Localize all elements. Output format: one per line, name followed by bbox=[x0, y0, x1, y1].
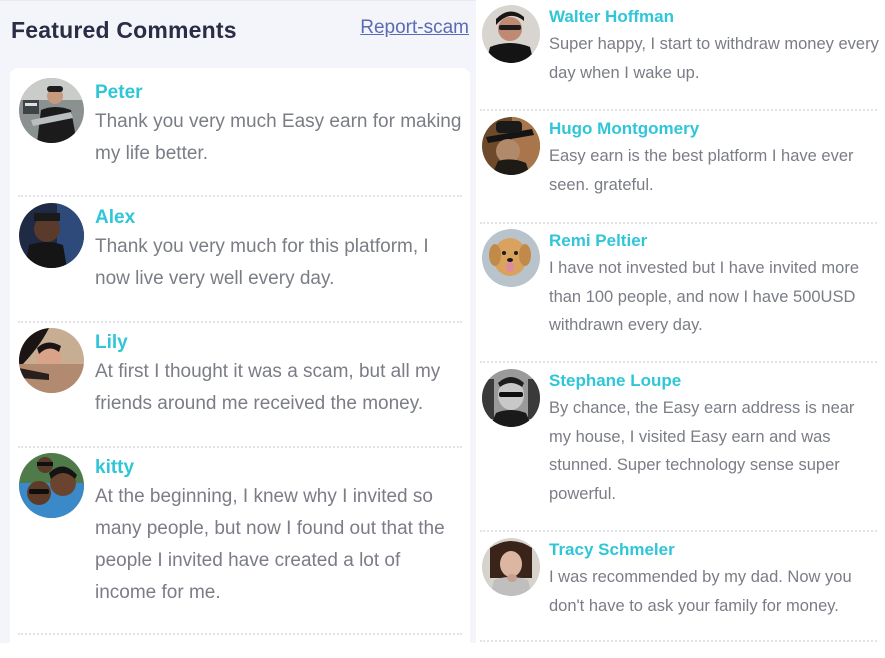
comments-card: Peter Thank you very much Easy earn for … bbox=[10, 68, 470, 658]
comment-text: Easy earn is the best platform I have ev… bbox=[549, 147, 854, 194]
divider bbox=[480, 640, 877, 642]
avatar-man-sunglasses-icon bbox=[482, 369, 540, 427]
divider bbox=[18, 446, 462, 448]
commenter-name: Lily bbox=[95, 332, 128, 353]
commenter-name: kitty bbox=[95, 457, 135, 478]
featured-comments-panel: Featured Comments Report-scam Peter Than… bbox=[0, 0, 476, 658]
avatar-woman-glasses-icon bbox=[482, 5, 540, 63]
divider bbox=[480, 222, 877, 224]
avatar-woman-portrait-icon bbox=[482, 538, 540, 596]
commenter-name: Stephane Loupe bbox=[549, 371, 682, 390]
divider bbox=[18, 321, 462, 323]
section-title: Featured Comments bbox=[11, 17, 237, 43]
avatar-man-selfie-icon bbox=[19, 203, 84, 268]
comment-text: By chance, the Easy earn address is near… bbox=[549, 399, 855, 503]
comment-text: Thank you very much Easy earn for making… bbox=[95, 111, 462, 164]
avatar-woman-lying-icon bbox=[19, 328, 84, 393]
commenter-name: Hugo Montgomery bbox=[549, 119, 700, 138]
comment-text: At the beginning, I knew why I invited s… bbox=[95, 486, 445, 603]
commenter-name: Alex bbox=[95, 207, 136, 228]
comments-list-right: Walter Hoffman Super happy, I start to w… bbox=[476, 0, 885, 643]
commenter-name: Walter Hoffman bbox=[549, 7, 674, 26]
comment-text: Super happy, I start to withdraw money e… bbox=[549, 35, 879, 82]
divider bbox=[480, 361, 877, 363]
commenter-name: Remi Peltier bbox=[549, 231, 648, 250]
commenter-name: Tracy Schmeler bbox=[549, 540, 675, 559]
comment-text: Thank you very much for this platform, I… bbox=[95, 236, 429, 289]
avatar-man-holding-fish-icon bbox=[19, 78, 84, 143]
avatar-dog-icon bbox=[482, 229, 540, 287]
divider bbox=[18, 195, 462, 197]
report-scam-link[interactable]: Report-scam bbox=[360, 17, 469, 39]
divider bbox=[480, 530, 877, 532]
comment-text: I have not invested but I have invited m… bbox=[549, 259, 860, 334]
divider bbox=[18, 633, 462, 635]
comment-text: I was recommended by my dad. Now you don… bbox=[549, 568, 852, 615]
avatar-man-hat-icon bbox=[482, 117, 540, 175]
commenter-name: Peter bbox=[95, 82, 143, 103]
comment-text: At first I thought it was a scam, but al… bbox=[95, 361, 441, 414]
divider bbox=[480, 109, 877, 111]
avatar-group-selfie-icon bbox=[19, 453, 84, 518]
